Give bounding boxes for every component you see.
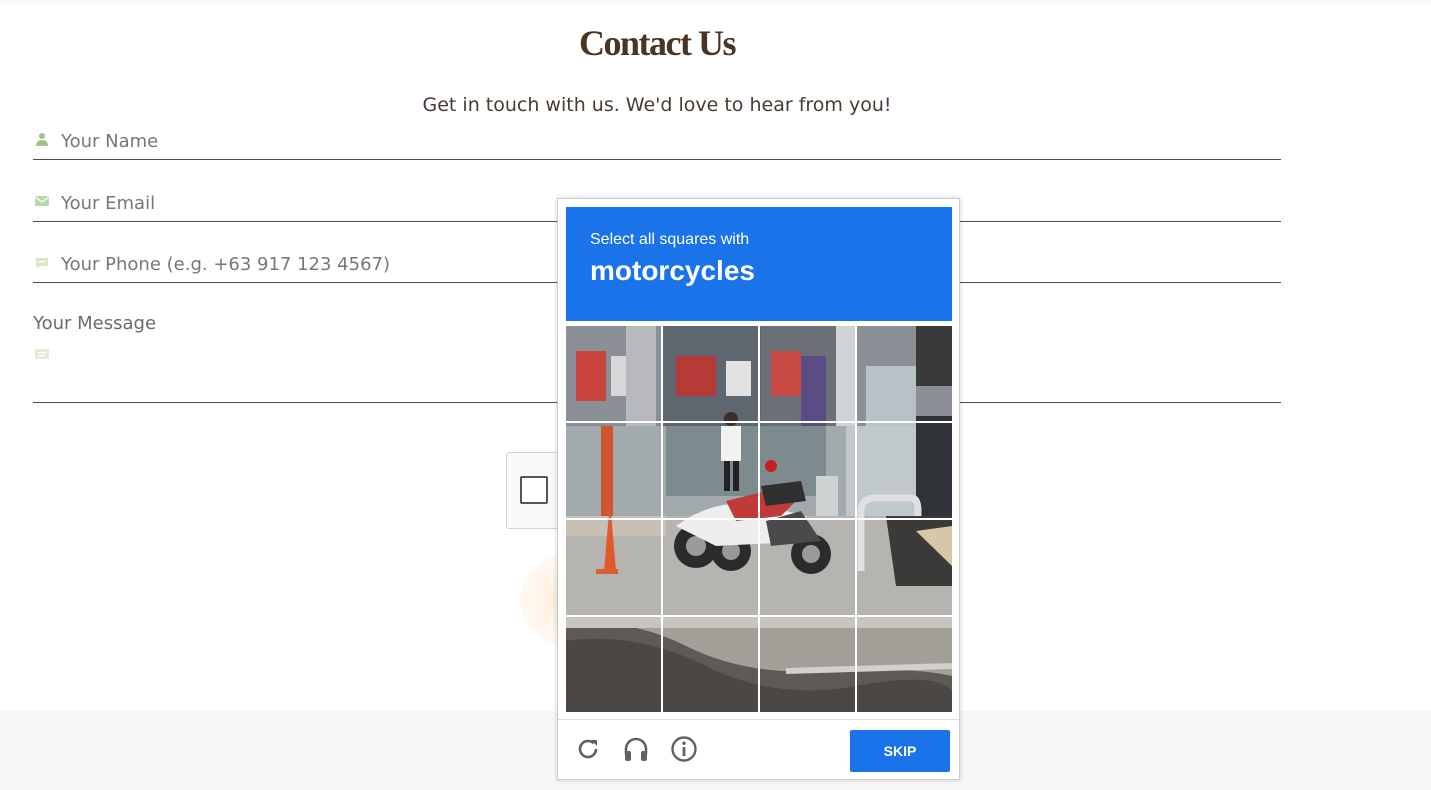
captcha-tile[interactable] [663, 326, 757, 420]
captcha-tile[interactable] [760, 520, 854, 614]
info-icon[interactable] [669, 734, 699, 764]
captcha-target-word: motorcycles [590, 255, 755, 286]
reload-icon[interactable] [573, 734, 603, 764]
page-subtitle: Get in touch with us. We'd love to hear … [422, 94, 892, 116]
audio-headphones-icon[interactable] [621, 734, 651, 764]
captcha-tile[interactable] [566, 520, 660, 614]
captcha-tile[interactable] [566, 326, 660, 420]
captcha-tile[interactable] [663, 423, 757, 517]
captcha-tile[interactable] [857, 617, 951, 711]
captcha-image-grid [566, 326, 952, 712]
captcha-tile[interactable] [663, 617, 757, 711]
person-icon [36, 133, 48, 146]
top-bar [0, 0, 1431, 6]
name-input[interactable] [61, 129, 1281, 153]
name-field [33, 124, 1281, 160]
captcha-tile[interactable] [857, 326, 951, 420]
message-icon [35, 349, 49, 359]
grid-divider [566, 518, 952, 520]
message-label: Your Message [33, 313, 157, 334]
captcha-challenge-popup: Select all squares with motorcycles SKIP [557, 198, 960, 780]
captcha-tile[interactable] [663, 520, 757, 614]
recaptcha-checkbox[interactable] [520, 476, 548, 504]
captcha-tile[interactable] [760, 326, 854, 420]
envelope-icon [35, 196, 49, 206]
grid-divider [566, 615, 952, 617]
captcha-tile[interactable] [566, 423, 660, 517]
skip-button[interactable]: SKIP [850, 730, 950, 772]
page-title: Contact Us [579, 23, 736, 63]
captcha-tile[interactable] [760, 423, 854, 517]
captcha-tile[interactable] [760, 617, 854, 711]
captcha-footer: SKIP [558, 719, 959, 780]
captcha-prompt: Select all squares with motorcycles [566, 207, 952, 321]
captcha-tile[interactable] [857, 520, 951, 614]
captcha-tile[interactable] [566, 617, 660, 711]
captcha-instruction: Select all squares with [590, 231, 750, 248]
grid-divider [566, 421, 952, 423]
chat-bubble-icon [36, 258, 48, 269]
captcha-tile[interactable] [857, 423, 951, 517]
